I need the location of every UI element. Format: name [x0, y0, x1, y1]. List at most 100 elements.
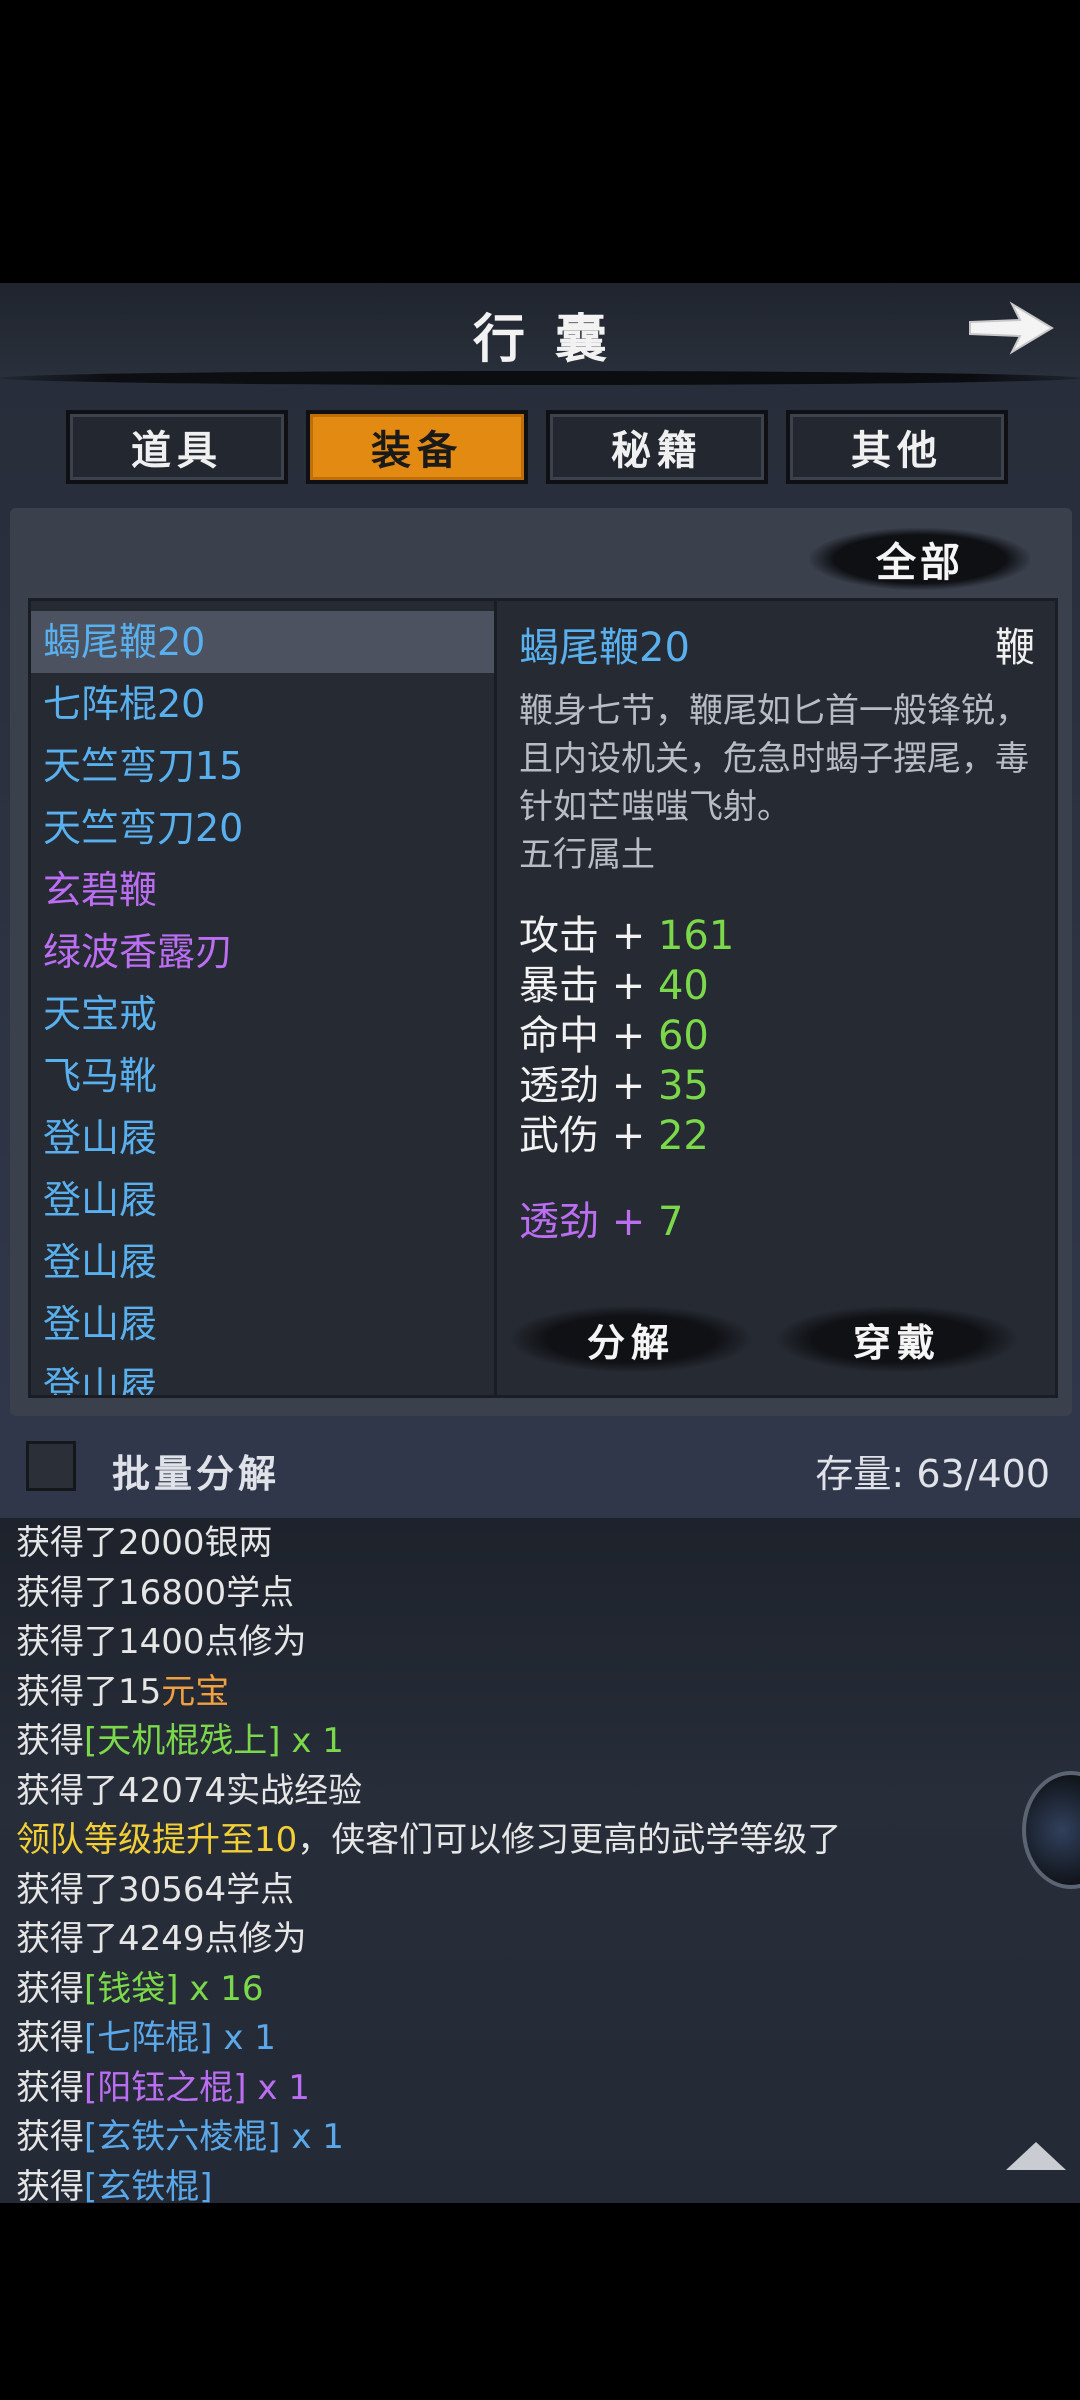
log-line: 获得了2000银两: [16, 1518, 273, 1568]
inventory-item[interactable]: 登山屐: [31, 1293, 497, 1355]
batch-decompose-label: 批量分解: [112, 1451, 281, 1496]
inventory-panel: 全部 蝎尾鞭20 七阵棍20 天竺弯刀15 天竺弯刀20 玄碧鞭 绿波香露刃 天宝戒 飞马靴登…: [10, 508, 1072, 1416]
stat-row: 暴击 + 40: [519, 961, 734, 1011]
header-divider: [0, 371, 1080, 385]
inventory-item[interactable]: 登山屐: [31, 1355, 497, 1395]
stat-value: 40: [657, 963, 709, 1009]
log-line: 获得了16800学点: [16, 1568, 294, 1618]
item-description-text: 鞭身七节，鞭尾如匕首一般锋锐，且内设机关，危急时蝎子摆尾，毒针如芒嗤嗤飞射。: [519, 691, 1029, 827]
inventory-item[interactable]: 天竺弯刀15: [31, 735, 497, 797]
bonus-stat-op: +: [611, 1199, 646, 1245]
log-line: 获得[钱袋] x 16: [16, 1964, 264, 2014]
item-detail: 蝎尾鞭20 鞭 鞭身七节，鞭尾如匕首一般锋锐，且内设机关，危急时蝎子摆尾，毒针如…: [494, 598, 1058, 1398]
tab-label: 秘籍: [611, 427, 703, 474]
log-line: 获得了4249点修为: [16, 1914, 307, 1964]
log-segment: 获得: [16, 2166, 84, 2204]
stat-value: 161: [657, 913, 735, 959]
log-line: 获得[七阵棍] x 1: [16, 2013, 276, 2063]
log-line: 获得了1400点修为: [16, 1617, 307, 1667]
log-line: 获得[天机棍残上] x 1: [16, 1716, 344, 1766]
log-segment: [天机棍残上]: [84, 1721, 281, 1761]
log-segment: [七阵棍]: [84, 2018, 213, 2058]
stat-op: +: [611, 1013, 646, 1059]
stat-row: 命中 + 60: [519, 1011, 734, 1061]
log-segment: 获得了2000银两: [16, 1523, 273, 1563]
arrow-right-icon: [969, 301, 1054, 355]
log-segment: 获得了42074实战经验: [16, 1770, 363, 1811]
stat-name: 攻击: [519, 913, 599, 959]
stat-op: +: [611, 913, 646, 959]
item-type: 鞭: [995, 625, 1035, 671]
log-segment: [玄铁六棱棍]: [84, 2117, 281, 2157]
stat-value: 60: [657, 1013, 709, 1059]
tab-manuals[interactable]: 秘籍: [546, 410, 768, 484]
page-title: 行囊: [472, 309, 637, 370]
log-segment: 获得: [16, 2067, 84, 2108]
inventory-item[interactable]: 登山屐: [31, 1231, 497, 1293]
inventory-item[interactable]: 七阵棍20: [31, 673, 497, 735]
capacity-value: 63/400: [916, 1452, 1050, 1496]
stat-row: 武伤 + 22: [519, 1111, 734, 1161]
bonus-stat: 透劲 + 7: [519, 1189, 683, 1247]
inventory-item[interactable]: 蝎尾鞭20: [31, 611, 497, 673]
inventory-item[interactable]: 天宝戒: [31, 983, 497, 1045]
capacity-readout: 存量: 63/400: [815, 1443, 1050, 1498]
inventory-item[interactable]: 天竺弯刀20: [31, 797, 497, 859]
log-line: 获得了42074实战经验: [16, 1766, 362, 1816]
log-segment: 获得了16800学点: [16, 1572, 295, 1613]
log-segment: ，侠客们可以修习更高的武学等级了: [297, 1820, 842, 1860]
inventory-item[interactable]: 玄碧鞭: [31, 859, 497, 921]
log-line: 获得[玄铁六棱棍] x 1: [16, 2112, 344, 2162]
stat-op: +: [611, 963, 646, 1009]
item-element: 五行属土: [519, 835, 655, 875]
item-list[interactable]: 蝎尾鞭20 七阵棍20 天竺弯刀15 天竺弯刀20 玄碧鞭 绿波香露刃 天宝戒 飞马靴 登山屐登…: [28, 598, 500, 1398]
batch-decompose-checkbox[interactable]: [26, 1441, 76, 1491]
filter-all-button[interactable]: 全部: [810, 528, 1030, 590]
log-segment: [钱袋]: [84, 1968, 179, 2009]
back-arrow-button[interactable]: [962, 293, 1062, 363]
game-screen: 行囊 道具 装备 秘籍 其他 全部 蝎尾鞭20 七阵棍20 天竺弯刀15 天竺弯刀20…: [0, 283, 1080, 2203]
log-segment: x 1: [280, 1721, 344, 1761]
bonus-stat-name: 透劲: [519, 1199, 599, 1245]
log-line: 获得[阳钰之棍] x 1: [16, 2063, 310, 2113]
tab-items[interactable]: 道具: [66, 410, 288, 484]
log-segment: 获得了1400点修为: [16, 1622, 307, 1662]
stat-name: 透劲: [519, 1063, 599, 1109]
log-segment: [玄铁棍]: [84, 2166, 213, 2204]
stat-name: 命中: [519, 1013, 599, 1059]
tab-label: 其他: [851, 427, 943, 474]
stat-name: 武伤: [519, 1113, 599, 1159]
inventory-item[interactable]: 飞马靴: [31, 1045, 497, 1107]
filter-label: 全部: [876, 539, 964, 586]
equip-label: 穿戴: [852, 1319, 941, 1365]
log-segment: 获得: [16, 2117, 84, 2157]
inventory-item[interactable]: 登山屐: [31, 1169, 497, 1231]
stat-op: +: [611, 1113, 646, 1159]
log-segment: 获得了4249点修为: [16, 1919, 307, 1959]
collapse-triangle-icon[interactable]: [1004, 2138, 1068, 2172]
log-segment: 获得: [16, 2018, 84, 2058]
inventory-item[interactable]: 绿波香露刃: [31, 921, 497, 983]
decompose-label: 分解: [586, 1319, 675, 1365]
message-log[interactable]: 获得了2000银两 获得了16800学点 获得了1400点修为 获得了15元宝 获得[天…: [0, 1518, 1080, 2203]
log-segment: 元宝: [161, 1671, 230, 1712]
log-segment: x 1: [212, 2018, 276, 2058]
tab-label: 装备: [371, 427, 463, 474]
tab-other[interactable]: 其他: [786, 410, 1008, 484]
log-segment: 获得了30564学点: [16, 1869, 295, 1910]
bonus-stat-value: 7: [657, 1199, 684, 1245]
log-segment: 获得: [16, 1968, 84, 2009]
log-segment: 领队等级提升至10: [16, 1820, 298, 1860]
log-segment: x 16: [178, 1968, 264, 2009]
decompose-button[interactable]: 分解: [511, 1306, 751, 1372]
log-segment: [阳钰之棍]: [84, 2067, 247, 2108]
inventory-item[interactable]: 登山屐: [31, 1107, 497, 1169]
stat-row: 透劲 + 35: [519, 1061, 734, 1111]
capacity-label: 存量:: [815, 1452, 905, 1496]
stat-name: 暴击: [519, 963, 599, 1009]
log-line: 获得[玄铁棍]: [16, 2162, 213, 2204]
stat-row: 攻击 + 161: [519, 911, 734, 961]
tab-equipment[interactable]: 装备: [306, 410, 528, 484]
item-name: 蝎尾鞭20: [519, 625, 690, 671]
equip-button[interactable]: 穿戴: [777, 1306, 1017, 1372]
